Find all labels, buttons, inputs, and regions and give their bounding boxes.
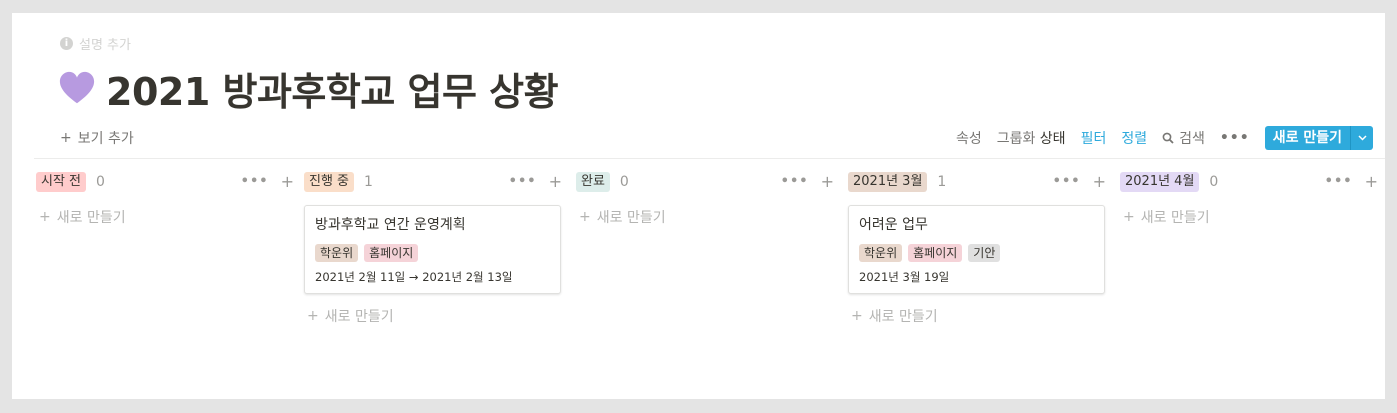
column-actions: ••• + <box>1053 172 1106 191</box>
board-column-in-progress: 진행 중 1 ••• + 방과후학교 연간 운영계획 학운위 홈페이지 2021… <box>304 169 562 399</box>
column-header: 진행 중 1 ••• + <box>304 169 562 195</box>
toolbar-actions: 속성 그룹화 상태 필터 정렬 검색 ••• 새로 만들기 <box>956 126 1373 150</box>
search-icon <box>1162 132 1174 144</box>
column-actions: ••• + <box>509 172 562 191</box>
column-header: 2021년 4월 0 ••• + <box>1120 169 1378 195</box>
more-icon[interactable]: ••• <box>1325 174 1353 189</box>
card-tag: 기안 <box>968 244 1001 262</box>
search-button[interactable]: 검색 <box>1162 128 1205 148</box>
search-label: 검색 <box>1179 131 1205 147</box>
more-icon[interactable]: ••• <box>781 174 809 189</box>
plus-icon[interactable]: + <box>549 172 562 191</box>
card-tag: 학운위 <box>859 244 903 262</box>
card-tag: 홈페이지 <box>908 244 963 262</box>
group-by-button[interactable]: 그룹화 상태 <box>997 128 1066 148</box>
card-tag: 홈페이지 <box>364 244 419 262</box>
column-header: 완료 0 ••• + <box>576 169 834 195</box>
group-by-value: 상태 <box>1039 131 1066 147</box>
column-count: 0 <box>1209 174 1219 190</box>
new-card-label: 새로 만들기 <box>1140 210 1210 226</box>
board-column-not-started: 시작 전 0 ••• + + 새로 만들기 <box>36 169 294 399</box>
plus-icon: + <box>579 209 591 225</box>
board-card[interactable]: 어려운 업무 학운위 홈페이지 기안 2021년 3월 19일 <box>848 205 1105 294</box>
more-icon[interactable]: ••• <box>241 174 269 189</box>
status-tag[interactable]: 시작 전 <box>36 172 87 192</box>
new-card-button[interactable]: + 새로 만들기 <box>848 306 1106 326</box>
info-icon: i <box>60 37 73 50</box>
board-column-april: 2021년 4월 0 ••• + + 새로 만들기 <box>1120 169 1378 399</box>
add-view-button[interactable]: + 보기 추가 <box>60 128 134 148</box>
board-card[interactable]: 방과후학교 연간 운영계획 학운위 홈페이지 2021년 2월 11일 → 20… <box>304 205 561 294</box>
column-count: 1 <box>937 174 947 190</box>
plus-icon: + <box>1123 209 1135 225</box>
board-column-done: 완료 0 ••• + + 새로 만들기 <box>576 169 834 399</box>
plus-icon: + <box>851 308 863 324</box>
column-count: 1 <box>364 174 373 190</box>
card-title: 어려운 업무 <box>859 217 928 233</box>
new-card-label: 새로 만들기 <box>596 210 666 226</box>
filter-button[interactable]: 필터 <box>1081 128 1107 148</box>
view-toolbar: + 보기 추가 속성 그룹화 상태 필터 정렬 검색 ••• 새로 만들기 <box>60 126 1373 150</box>
column-actions: ••• + <box>1325 172 1378 191</box>
status-tag[interactable]: 2021년 4월 <box>1120 172 1200 192</box>
status-tag[interactable]: 완료 <box>576 172 610 192</box>
database-page: i 설명 추가 2021 방과후학교 업무 상황 + 보기 추가 속성 그룹화 … <box>12 13 1385 399</box>
column-header: 시작 전 0 ••• + <box>36 169 294 195</box>
column-count: 0 <box>619 174 629 190</box>
page-title[interactable]: 2021 방과후학교 업무 상황 <box>106 61 559 116</box>
add-description-label: 설명 추가 <box>79 38 131 53</box>
card-title: 방과후학교 연간 운영계획 <box>315 217 466 233</box>
column-actions: ••• + <box>781 172 834 191</box>
chevron-down-icon[interactable] <box>1350 126 1373 150</box>
card-tags: 학운위 홈페이지 기안 <box>859 244 1001 262</box>
add-description[interactable]: i 설명 추가 <box>60 34 131 53</box>
new-card-label: 새로 만들기 <box>868 309 938 325</box>
plus-icon: + <box>60 130 72 146</box>
card-date: 2021년 3월 19일 <box>859 270 950 284</box>
new-card-label: 새로 만들기 <box>324 309 394 325</box>
new-card-button[interactable]: + 새로 만들기 <box>1120 207 1378 227</box>
new-card-button[interactable]: + 새로 만들기 <box>36 207 294 227</box>
column-header: 2021년 3월 1 ••• + <box>848 169 1106 195</box>
properties-button[interactable]: 속성 <box>956 128 982 148</box>
more-icon[interactable]: ••• <box>509 174 537 189</box>
card-tag: 학운위 <box>315 244 359 262</box>
plus-icon: + <box>39 209 51 225</box>
more-icon[interactable]: ••• <box>1053 174 1081 189</box>
card-tags: 학운위 홈페이지 <box>315 244 419 262</box>
new-button[interactable]: 새로 만들기 <box>1264 126 1373 150</box>
sort-button[interactable]: 정렬 <box>1121 128 1147 148</box>
plus-icon[interactable]: + <box>821 172 834 191</box>
new-card-label: 새로 만들기 <box>56 210 126 226</box>
plus-icon[interactable]: + <box>281 172 294 191</box>
more-options-icon[interactable]: ••• <box>1220 130 1250 146</box>
new-button-label: 새로 만들기 <box>1272 130 1342 146</box>
plus-icon: + <box>307 308 319 324</box>
plus-icon[interactable]: + <box>1365 172 1378 191</box>
purple-heart-icon[interactable] <box>58 70 96 108</box>
status-tag[interactable]: 진행 중 <box>304 172 355 192</box>
column-actions: ••• + <box>241 172 294 191</box>
plus-icon[interactable]: + <box>1093 172 1106 191</box>
toolbar-divider <box>34 158 1385 159</box>
page-title-row: 2021 방과후학교 업무 상황 <box>58 61 559 116</box>
status-tag[interactable]: 2021년 3월 <box>848 172 928 192</box>
new-card-button[interactable]: + 새로 만들기 <box>576 207 834 227</box>
card-date: 2021년 2월 11일 → 2021년 2월 13일 <box>315 270 513 284</box>
add-view-label: 보기 추가 <box>77 131 134 147</box>
group-by-label: 그룹화 <box>996 131 1036 147</box>
new-card-button[interactable]: + 새로 만들기 <box>304 306 562 326</box>
board-column-march: 2021년 3월 1 ••• + 어려운 업무 학운위 홈페이지 기안 2021… <box>848 169 1106 399</box>
column-count: 0 <box>96 174 105 190</box>
